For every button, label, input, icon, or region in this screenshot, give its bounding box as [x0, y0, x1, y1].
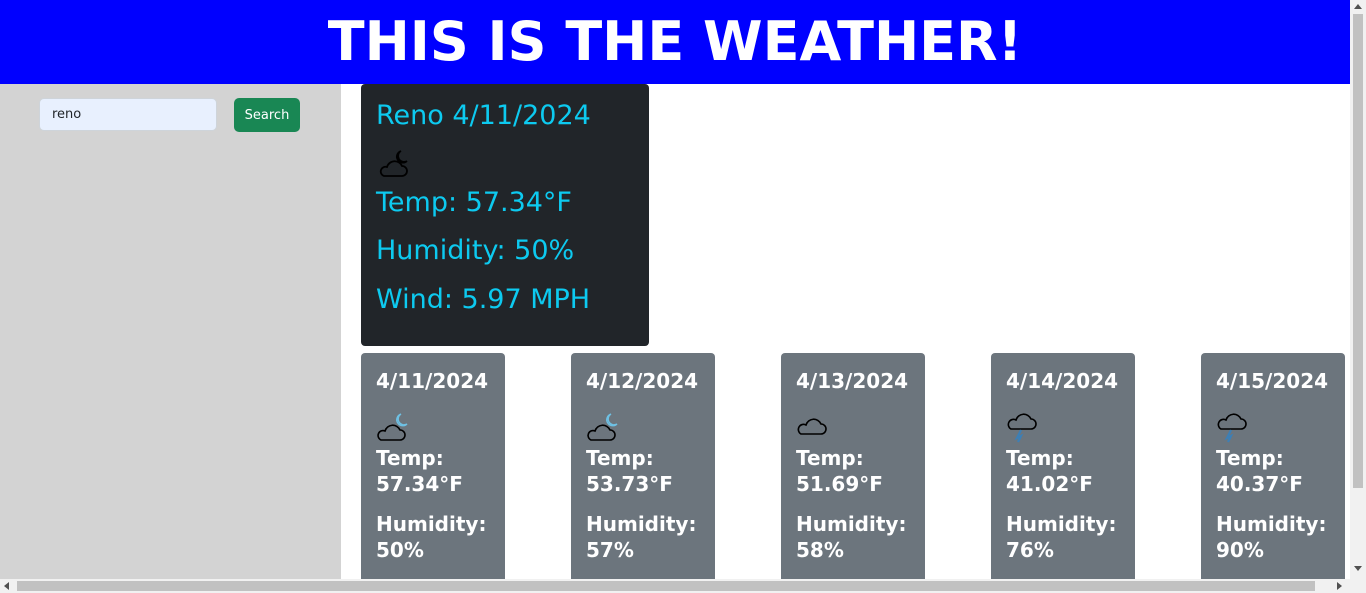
search-input[interactable]: [39, 98, 217, 131]
page-title: THIS IS THE WEATHER!: [327, 10, 1023, 73]
forecast-temp-label: Temp:: [376, 446, 444, 470]
forecast-card: 4/12/2024 Temp: 53.73°F Humidity: 57%: [571, 353, 715, 593]
current-humidity: Humidity: 50%: [376, 235, 575, 266]
search-button[interactable]: Search: [234, 98, 300, 132]
vertical-scroll-thumb[interactable]: [1353, 14, 1363, 488]
forecast-humidity-label: Humidity:: [796, 512, 907, 536]
forecast-temp: 57.34°F: [376, 472, 463, 496]
forecast-humidity: 57%: [586, 538, 634, 562]
forecast-card: 4/15/2024 Temp: 40.37°F Humidity: 90%: [1201, 353, 1345, 593]
forecast-temp: 53.73°F: [586, 472, 673, 496]
forecast-temp: 40.37°F: [1216, 472, 1303, 496]
forecast-temp-label: Temp:: [1006, 446, 1074, 470]
forecast-humidity: 90%: [1216, 538, 1264, 562]
forecast-card: 4/13/2024 Temp: 51.69°F Humidity: 58%: [781, 353, 925, 593]
rain-cloud-icon: [1007, 413, 1037, 443]
current-city-date: Reno 4/11/2024: [376, 100, 591, 131]
sidebar: Search: [0, 84, 341, 579]
forecast-date: 4/12/2024: [586, 369, 699, 393]
forecast-date: 4/11/2024: [376, 369, 489, 393]
forecast-humidity: 76%: [1006, 538, 1054, 562]
forecast-temp-label: Temp:: [796, 446, 864, 470]
forecast-card: 4/11/2024 Temp: 57.34°F Humidity: 50%: [361, 353, 505, 593]
forecast-temp-label: Temp:: [1216, 446, 1284, 470]
forecast-card: 4/14/2024 Temp: 41.02°F Humidity: 76%: [991, 353, 1135, 593]
page-header: THIS IS THE WEATHER!: [0, 0, 1350, 84]
current-wind: Wind: 5.97 MPH: [376, 284, 591, 315]
scroll-up-icon[interactable]: [1354, 4, 1362, 9]
night-cloud-icon: [587, 413, 618, 441]
scroll-right-icon[interactable]: [1337, 582, 1342, 590]
horizontal-scrollbar[interactable]: [0, 579, 1366, 593]
current-weather-card: Reno 4/11/2024 Temp: 57.34°F Humidity: 5…: [361, 84, 649, 346]
night-cloud-icon: [377, 413, 408, 441]
forecast-date: 4/14/2024: [1006, 369, 1119, 393]
night-cloud-icon: [379, 150, 408, 177]
forecast-temp: 41.02°F: [1006, 472, 1093, 496]
scroll-down-icon[interactable]: [1354, 566, 1362, 571]
forecast-humidity: 50%: [376, 538, 424, 562]
vertical-scrollbar[interactable]: [1350, 0, 1366, 579]
forecast-date: 4/15/2024: [1216, 369, 1329, 393]
forecast-temp-label: Temp:: [586, 446, 654, 470]
forecast-humidity: 58%: [796, 538, 844, 562]
cloud-icon: [797, 418, 827, 435]
current-temp: Temp: 57.34°F: [376, 187, 572, 218]
horizontal-scroll-thumb[interactable]: [17, 581, 1315, 591]
forecast-humidity-label: Humidity:: [376, 512, 487, 536]
forecast-temp: 51.69°F: [796, 472, 883, 496]
scroll-left-icon[interactable]: [4, 582, 9, 590]
forecast-date: 4/13/2024: [796, 369, 909, 393]
forecast-humidity-label: Humidity:: [586, 512, 697, 536]
forecast-humidity-label: Humidity:: [1216, 512, 1327, 536]
rain-cloud-icon: [1217, 413, 1247, 443]
forecast-humidity-label: Humidity:: [1006, 512, 1117, 536]
